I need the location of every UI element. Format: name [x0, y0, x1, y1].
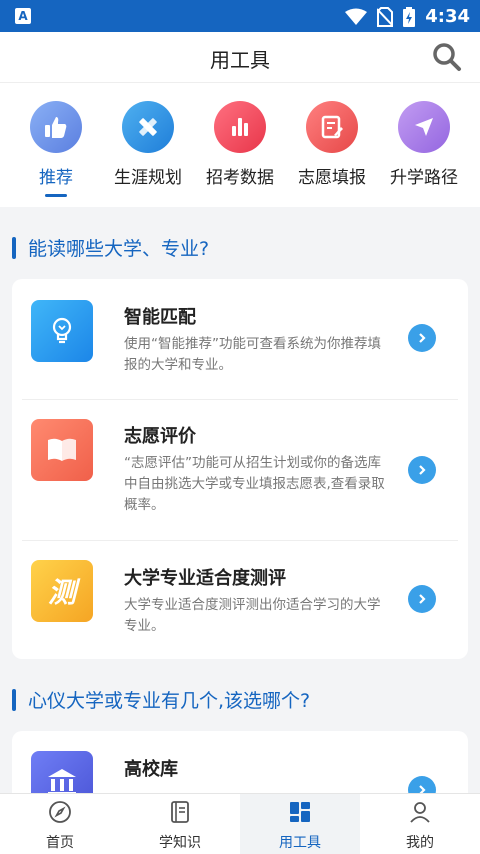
tab-learn[interactable]: 学知识 — [120, 794, 240, 854]
tools-grid-icon — [290, 802, 310, 822]
tab-label: 用工具 — [279, 835, 321, 851]
tab-home[interactable]: 首页 — [0, 794, 120, 854]
tool-description: 使用“智能推荐”功能可查看系统为你推荐填报的大学和专业。 — [124, 336, 381, 373]
page-title: 用工具 — [210, 48, 270, 72]
tab-label: 学知识 — [159, 835, 201, 851]
navigation-arrow-icon — [398, 101, 450, 153]
tool-name: 高校库 — [124, 759, 178, 780]
tool-name: 智能匹配 — [124, 307, 196, 328]
no-sim-icon — [377, 6, 394, 27]
category-label: 生涯规划 — [114, 168, 182, 188]
tab-label: 首页 — [46, 835, 74, 851]
tool-item-major-fit-test[interactable]: 测 大学专业适合度测评 大学专业适合度测评测出你适合学习的大学专业。 — [12, 541, 468, 659]
tool-item-application-evaluation[interactable]: 志愿评价 “志愿评估”功能可从招生计划或你的备选库中自由挑选大学或专业填报志愿表… — [12, 400, 468, 540]
category-career-planning[interactable]: 生涯规划 — [100, 101, 196, 188]
app-notification-icon: A — [15, 8, 31, 24]
tab-label: 我的 — [406, 835, 434, 851]
bar-chart-icon — [214, 101, 266, 153]
category-recommend[interactable]: 推荐 — [8, 101, 104, 197]
lightbulb-icon — [31, 300, 93, 362]
tool-name: 大学专业适合度测评 — [124, 568, 286, 589]
section-title-text: 能读哪些大学、专业? — [28, 238, 210, 260]
section-accent-bar — [12, 236, 16, 259]
section-title: 心仪大学或专业有几个,该选哪个? — [12, 686, 310, 713]
system-icons: 4:34 — [345, 6, 470, 27]
active-indicator — [45, 194, 67, 197]
tab-mine[interactable]: 我的 — [360, 794, 480, 854]
category-admission-data[interactable]: 招考数据 — [192, 101, 288, 188]
category-label: 升学路径 — [390, 168, 458, 188]
test-glyph-icon: 测 — [31, 560, 93, 622]
chevron-right-icon[interactable] — [408, 324, 436, 352]
book-icon — [171, 801, 189, 823]
section-accent-bar — [12, 688, 16, 711]
chevron-right-icon[interactable] — [408, 456, 436, 484]
bottom-tab-bar: 首页 学知识 用工具 我的 — [0, 793, 480, 854]
tool-card: 智能匹配 使用“智能推荐”功能可查看系统为你推荐填报的大学和专业。 志愿评价 “… — [12, 279, 468, 659]
tool-name: 志愿评价 — [124, 426, 196, 447]
tool-description: “志愿评估”功能可从招生计划或你的备选库中自由挑选大学或专业填报志愿表,查看录取… — [124, 455, 385, 513]
section-title: 能读哪些大学、专业? — [12, 234, 209, 261]
category-label: 志愿填报 — [298, 168, 366, 188]
category-application-filling[interactable]: 志愿填报 — [284, 101, 380, 188]
person-icon — [410, 802, 430, 823]
thumbs-up-icon — [30, 101, 82, 153]
wifi-icon — [345, 8, 368, 25]
category-label: 招考数据 — [206, 168, 274, 188]
status-bar: A 4:34 — [0, 0, 480, 32]
category-admission-path[interactable]: 升学路径 — [376, 101, 472, 188]
category-label: 推荐 — [39, 168, 73, 188]
tool-item-smart-match[interactable]: 智能匹配 使用“智能推荐”功能可查看系统为你推荐填报的大学和专业。 — [12, 279, 468, 399]
top-bar: 用工具 — [0, 32, 480, 82]
clock: 4:34 — [425, 6, 470, 27]
ruler-pencil-icon — [122, 101, 174, 153]
open-book-icon — [31, 419, 93, 481]
section-title-text: 心仪大学或专业有几个,该选哪个? — [28, 690, 311, 712]
test-glyph: 测 — [47, 576, 76, 609]
tab-tools[interactable]: 用工具 — [240, 794, 360, 854]
search-icon[interactable] — [432, 42, 462, 72]
chevron-right-icon[interactable] — [408, 585, 436, 613]
battery-charging-icon — [403, 6, 416, 27]
tool-description: 大学专业适合度测评测出你适合学习的大学专业。 — [124, 597, 381, 634]
compass-icon — [49, 801, 71, 823]
form-edit-icon — [306, 101, 358, 153]
category-bar: 推荐 生涯规划 招考数据 志愿填报 升学路径 — [0, 82, 480, 207]
